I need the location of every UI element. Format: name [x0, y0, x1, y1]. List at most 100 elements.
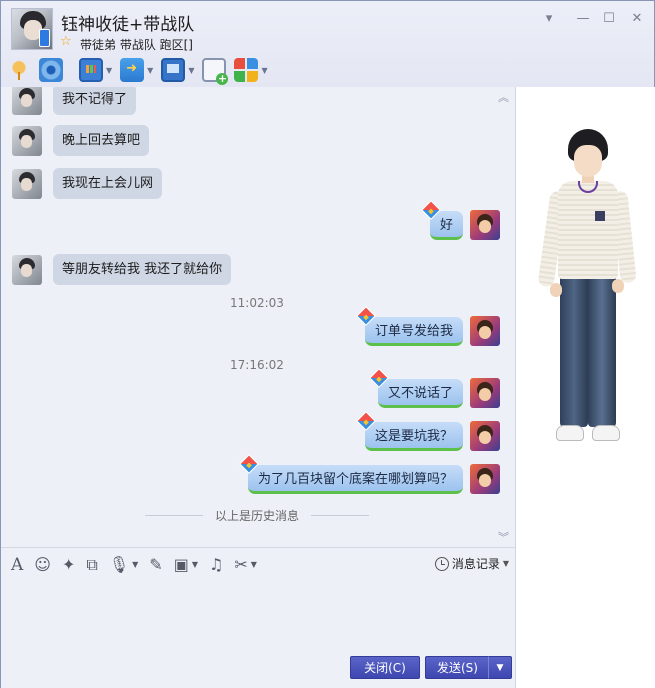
- message-text: 订单号发给我: [374, 323, 453, 339]
- scroll-down-icon[interactable]: ︾: [498, 529, 509, 545]
- figure-part: [550, 283, 562, 297]
- chevron-down-icon[interactable]: ▼: [261, 66, 267, 75]
- music-icon[interactable]: ♫: [209, 554, 223, 576]
- camera-icon: [39, 58, 63, 82]
- figure-part: [595, 211, 605, 221]
- note-add-icon: [202, 58, 229, 85]
- remote-share-button[interactable]: ▼: [79, 56, 112, 84]
- emoji-icon[interactable]: ☺: [34, 554, 51, 576]
- my-avatar-small[interactable]: [470, 378, 500, 408]
- message-bubble[interactable]: 我现在上会儿网: [53, 168, 163, 199]
- clock-icon: [434, 556, 449, 571]
- figure-part: [592, 425, 620, 441]
- menu-dropdown-button[interactable]: ▾: [541, 11, 557, 27]
- kite-icon: [356, 410, 376, 431]
- message-compose-input[interactable]: [9, 580, 507, 650]
- message-bubble[interactable]: 订单号发给我: [356, 305, 463, 346]
- kite-icon: [369, 367, 389, 388]
- voice-call-button[interactable]: [7, 56, 31, 84]
- message-bubble[interactable]: 好: [421, 199, 463, 240]
- divider-rule: [311, 514, 370, 516]
- contact-avatar-small[interactable]: [12, 125, 42, 156]
- message-bubble[interactable]: 晚上回去算吧: [53, 125, 150, 156]
- message-text: 这是要坑我？: [374, 428, 453, 444]
- qq-show-avatar-figure[interactable]: [537, 129, 637, 459]
- message-history-label: 消息记录: [451, 557, 500, 571]
- divider-rule: [145, 514, 203, 516]
- input-panel: A ☺ ✦ ⧉ 🎙︎ ▼ ✎ ▣ ▼ ♫ ✂ ▼ 消息记录 ▼ 关闭(C) 发送(S)…: [1, 547, 515, 688]
- message-bubble[interactable]: 我不记得了: [53, 87, 137, 115]
- figure-part: [574, 145, 602, 177]
- message-text: 为了几百块留个底案在哪划算吗？: [257, 471, 453, 487]
- chevron-down-icon[interactable]: ▼: [147, 66, 153, 75]
- microphone-icon: [7, 58, 31, 82]
- message-incoming: 我现在上会儿网: [12, 168, 163, 199]
- image-icon[interactable]: ▣ ▼: [174, 554, 198, 576]
- figure-part: [588, 275, 616, 427]
- send-options-button[interactable]: ▼: [488, 656, 512, 679]
- screen-share-icon: [79, 58, 103, 82]
- shake-window-icon[interactable]: ⧉: [86, 554, 97, 576]
- message-history-button[interactable]: 消息记录 ▼: [434, 555, 509, 572]
- contact-avatar-small[interactable]: [12, 254, 42, 285]
- send-file-button[interactable]: ▼: [120, 56, 153, 84]
- kite-icon: [421, 199, 441, 220]
- message-text: 又不说话了: [387, 385, 453, 401]
- close-button[interactable]: 关闭(C): [350, 656, 420, 679]
- title-bar: 钰神收徒+带战队 ☆ 带徒弟 带战队 跑区[] ▾ — ☐ ✕ ▼ ▼ ▼ ▼: [1, 1, 654, 87]
- my-avatar-small[interactable]: [470, 210, 500, 240]
- figure-part: [556, 425, 584, 441]
- figure-part: [612, 279, 624, 293]
- video-call-button[interactable]: [39, 56, 63, 84]
- message-list[interactable]: ︽ 我不记得了 晚上回去算吧 我现在上会儿网 好 等朋友转给我 我还了就给你 1…: [1, 87, 515, 547]
- message-outgoing: 又不说话了: [369, 367, 500, 408]
- contact-name[interactable]: 钰神收徒+带战队: [61, 10, 194, 35]
- contact-avatar-small[interactable]: [12, 168, 42, 199]
- message-timestamp: 11:02:03: [230, 296, 284, 310]
- contact-avatar[interactable]: [11, 8, 53, 50]
- message-text: 好: [439, 217, 453, 233]
- message-incoming: 等朋友转给我 我还了就给你: [12, 254, 232, 285]
- close-window-button[interactable]: ✕: [629, 11, 645, 27]
- send-button[interactable]: 发送(S): [425, 656, 489, 679]
- chevron-down-icon[interactable]: ▼: [251, 554, 257, 576]
- my-avatar-small[interactable]: [470, 421, 500, 451]
- message-bubble[interactable]: 又不说话了: [369, 367, 463, 408]
- contact-avatar-small[interactable]: [12, 87, 42, 115]
- chevron-down-icon[interactable]: ▼: [192, 554, 198, 576]
- message-incoming: 晚上回去算吧: [12, 125, 150, 156]
- input-toolbar: A ☺ ✦ ⧉ 🎙︎ ▼ ✎ ▣ ▼ ♫ ✂ ▼: [11, 554, 268, 576]
- message-bubble[interactable]: 这是要坑我？: [356, 410, 463, 451]
- monitor-icon: [161, 58, 186, 82]
- maximize-button[interactable]: ☐: [601, 11, 617, 27]
- chevron-down-icon[interactable]: ▼: [106, 66, 112, 75]
- scroll-up-icon[interactable]: ︽: [498, 89, 509, 105]
- message-outgoing: 订单号发给我: [356, 305, 500, 346]
- minimize-button[interactable]: —: [575, 11, 591, 27]
- my-avatar-small[interactable]: [470, 464, 500, 494]
- message-timestamp: 17:16:02: [230, 358, 284, 372]
- chevron-down-icon[interactable]: ▼: [188, 66, 194, 75]
- chevron-down-icon[interactable]: ▼: [503, 559, 509, 568]
- history-divider: 以上是历史消息: [145, 507, 370, 523]
- create-discussion-button[interactable]: [202, 56, 229, 85]
- scissors-icon[interactable]: ✂ ▼: [234, 554, 257, 576]
- message-bubble[interactable]: 等朋友转给我 我还了就给你: [53, 254, 232, 285]
- message-outgoing: 好: [421, 199, 500, 240]
- folder-icon: [120, 58, 145, 82]
- font-icon[interactable]: A: [11, 554, 23, 576]
- message-bubble[interactable]: 为了几百块留个底案在哪划算吗？: [239, 453, 463, 494]
- qq-show-panel: [515, 87, 655, 688]
- star-icon: ☆: [60, 34, 72, 49]
- figure-part: [560, 275, 588, 427]
- my-avatar-small[interactable]: [470, 316, 500, 346]
- magic-wand-icon[interactable]: ✦: [62, 554, 75, 576]
- kite-icon: [356, 305, 376, 326]
- edit-icon[interactable]: ✎: [149, 554, 162, 576]
- voice-message-icon[interactable]: 🎙︎ ▼: [109, 554, 138, 576]
- chevron-down-icon[interactable]: ▼: [132, 554, 138, 576]
- kite-icon: [239, 453, 259, 474]
- mobile-status-icon: [39, 29, 50, 47]
- apps-button[interactable]: ▼: [234, 56, 268, 84]
- remote-desktop-button[interactable]: ▼: [161, 56, 194, 84]
